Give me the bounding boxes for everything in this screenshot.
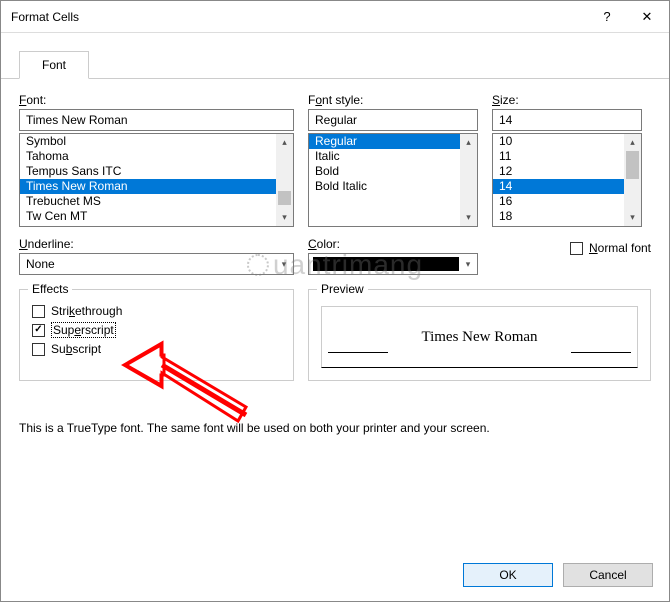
font-style-input[interactable]	[308, 109, 478, 131]
size-listbox[interactable]: 10 11 12 14 16 18 ▴ ▾	[492, 133, 642, 227]
list-item[interactable]: 16	[493, 194, 624, 209]
ok-button[interactable]: OK	[463, 563, 553, 587]
list-item[interactable]: Tempus Sans ITC	[20, 164, 276, 179]
list-item[interactable]: Bold	[309, 164, 460, 179]
list-item[interactable]: 14	[493, 179, 624, 194]
tab-strip: Font	[1, 33, 669, 79]
font-note: This is a TrueType font. The same font w…	[19, 421, 651, 435]
list-item[interactable]: Tahoma	[20, 149, 276, 164]
strikethrough-checkbox[interactable]: Strikethrough	[32, 304, 281, 318]
preview-text: Times New Roman	[421, 329, 537, 346]
scroll-down-icon[interactable]: ▾	[460, 209, 477, 226]
font-style-listbox[interactable]: Regular Italic Bold Bold Italic ▴ ▾	[308, 133, 478, 227]
checkbox-icon	[32, 305, 45, 318]
dialog-title: Format Cells	[11, 10, 587, 24]
font-input[interactable]	[19, 109, 294, 131]
list-item[interactable]: Trebuchet MS	[20, 194, 276, 209]
effects-group: Effects Strikethrough Superscript Subscr…	[19, 289, 294, 381]
color-label: Color:	[308, 237, 478, 251]
scroll-down-icon[interactable]: ▾	[276, 209, 293, 226]
help-button[interactable]: ?	[587, 3, 627, 31]
list-item[interactable]: 10	[493, 134, 624, 149]
underline-combo[interactable]: None ▾	[19, 253, 294, 275]
scrollbar[interactable]: ▴ ▾	[276, 134, 293, 226]
scroll-down-icon[interactable]: ▾	[624, 209, 641, 226]
list-item[interactable]: 18	[493, 209, 624, 224]
dialog-buttons: OK Cancel	[463, 563, 653, 587]
list-item[interactable]: 11	[493, 149, 624, 164]
tab-font[interactable]: Font	[19, 51, 89, 79]
normal-font-checkbox[interactable]: Normal font	[570, 241, 651, 255]
list-item[interactable]: Times New Roman	[20, 179, 276, 194]
preview-box: Times New Roman	[321, 306, 638, 368]
superscript-checkbox[interactable]: Superscript	[32, 322, 281, 338]
size-input[interactable]	[492, 109, 642, 131]
color-combo[interactable]: ▾	[308, 253, 478, 275]
scroll-up-icon[interactable]: ▴	[624, 134, 641, 151]
chevron-down-icon: ▾	[459, 254, 477, 274]
format-cells-dialog: Format Cells ? ✕ Font Font: Symbol Tahom…	[0, 0, 670, 602]
chevron-down-icon: ▾	[275, 254, 293, 274]
color-swatch	[313, 257, 459, 271]
subscript-checkbox[interactable]: Subscript	[32, 342, 281, 356]
tab-content: Font: Symbol Tahoma Tempus Sans ITC Time…	[1, 79, 669, 391]
font-label: Font:	[19, 93, 294, 107]
titlebar: Format Cells ? ✕	[1, 1, 669, 33]
effects-legend: Effects	[28, 282, 72, 296]
scroll-thumb[interactable]	[626, 151, 639, 179]
list-item[interactable]: Bold Italic	[309, 179, 460, 194]
preview-legend: Preview	[317, 282, 368, 296]
checkbox-icon	[32, 343, 45, 356]
close-icon: ✕	[642, 9, 653, 25]
list-item[interactable]: Tw Cen MT	[20, 209, 276, 224]
close-button[interactable]: ✕	[627, 3, 667, 31]
underline-label: Underline:	[19, 237, 294, 251]
size-label: Size:	[492, 93, 642, 107]
list-item[interactable]: Regular	[309, 134, 460, 149]
font-style-label: Font style:	[308, 93, 478, 107]
checkbox-icon	[32, 324, 45, 337]
scroll-thumb[interactable]	[278, 191, 291, 205]
list-item[interactable]: Symbol	[20, 134, 276, 149]
font-listbox[interactable]: Symbol Tahoma Tempus Sans ITC Times New …	[19, 133, 294, 227]
checkbox-icon	[570, 242, 583, 255]
preview-group: Preview Times New Roman	[308, 289, 651, 381]
list-item[interactable]: Italic	[309, 149, 460, 164]
scrollbar[interactable]: ▴ ▾	[624, 134, 641, 226]
cancel-button[interactable]: Cancel	[563, 563, 653, 587]
scrollbar[interactable]: ▴ ▾	[460, 134, 477, 226]
scroll-up-icon[interactable]: ▴	[276, 134, 293, 151]
list-item[interactable]: 12	[493, 164, 624, 179]
scroll-up-icon[interactable]: ▴	[460, 134, 477, 151]
